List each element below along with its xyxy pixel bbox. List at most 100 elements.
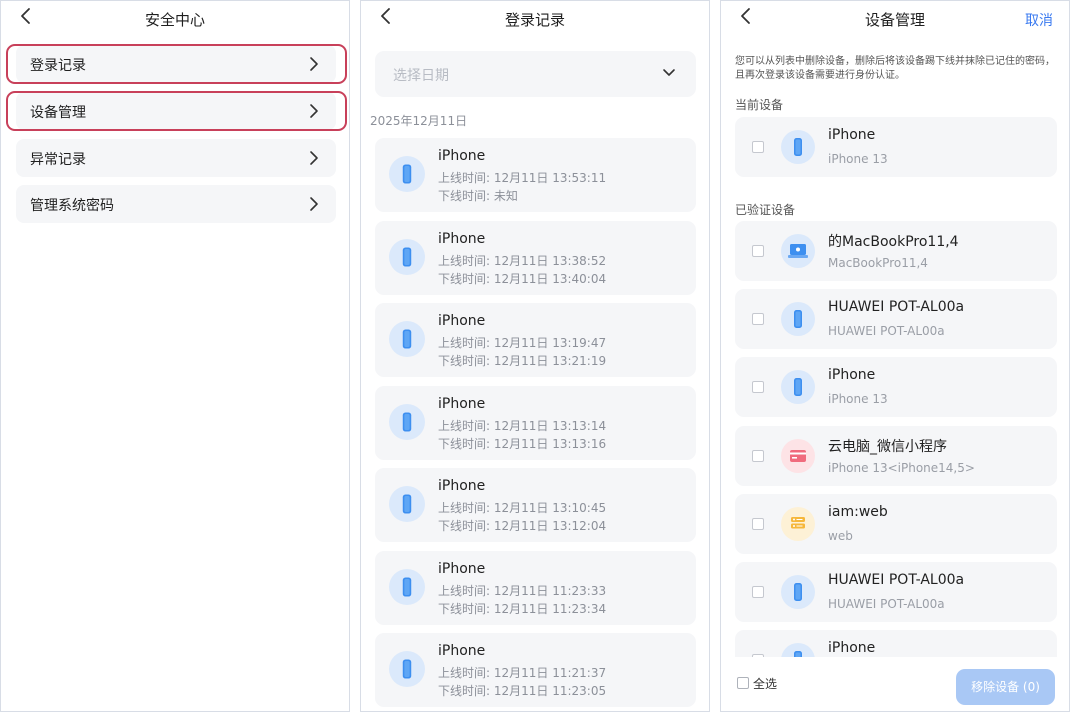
nav-bar: 安全中心 bbox=[1, 1, 349, 35]
chevron-right-icon bbox=[310, 197, 318, 211]
phone-icon bbox=[389, 651, 425, 687]
record-device-name: iPhone bbox=[438, 478, 486, 494]
menu-item-abnormal-records[interactable]: 异常记录 bbox=[16, 139, 336, 177]
record-device-name: iPhone bbox=[438, 643, 486, 659]
date-group-header: 2025年12月11日 bbox=[370, 114, 468, 128]
login-record-item[interactable]: iPhone 上线时间: 12月11日 13:19:47 下线时间: 12月11日 … bbox=[375, 303, 696, 377]
device-model: web bbox=[828, 528, 853, 543]
record-device-name: iPhone bbox=[438, 560, 486, 577]
device-checkbox[interactable] bbox=[752, 449, 764, 462]
device-name: 云电脑_微信小程序 bbox=[828, 438, 947, 455]
login-record-item[interactable]: iPhone 上线时间: 12月11日 13:13:14 下线时间: 12月11日 … bbox=[375, 385, 696, 460]
record-online-time: 上线时间: 12月11日 13:19:47 bbox=[438, 336, 607, 350]
device-checkbox[interactable] bbox=[752, 313, 764, 326]
phone-icon bbox=[781, 575, 815, 609]
date-select[interactable]: 选择日期 bbox=[375, 51, 696, 97]
device-name: 的MacBookPro11,4 bbox=[828, 234, 959, 250]
login-record-item[interactable]: iPhone 上线时间: 12月11日 13:53:11 下线时间: 未知 bbox=[375, 138, 696, 212]
menu-item-system-password[interactable]: 管理系统密码 bbox=[16, 185, 336, 223]
phone-icon bbox=[781, 130, 815, 164]
device-checkbox[interactable] bbox=[752, 517, 764, 530]
phone-icon bbox=[389, 568, 425, 605]
device-card-current[interactable]: iPhone iPhone 13 bbox=[735, 117, 1057, 177]
laptop-icon bbox=[781, 234, 815, 268]
device-card-verified[interactable]: iam:web web bbox=[735, 493, 1057, 554]
phone-icon bbox=[781, 370, 815, 405]
cancel-button[interactable]: 取消 bbox=[1025, 10, 1053, 30]
security-center-panel: 安全中心 登录记录 设备管理 异常记录 管理系统密码 bbox=[0, 0, 350, 712]
device-model: MacBookPro11,4 bbox=[828, 256, 928, 270]
device-name: HUAWEI POT-AL00a bbox=[828, 572, 965, 588]
device-model: iPhone 13<iPhone14,5> bbox=[828, 460, 975, 475]
record-offline-time: 下线时间: 未知 bbox=[438, 189, 518, 203]
device-management-panel: 设备管理 取消 您可以从列表中删除设备，删除后将该设备踢下线并抹除已记住的密码，… bbox=[720, 0, 1070, 712]
menu-item-label: 管理系统密码 bbox=[30, 198, 114, 214]
device-name: iPhone bbox=[828, 367, 876, 384]
device-name: iPhone bbox=[828, 640, 876, 657]
record-device-name: iPhone bbox=[438, 395, 486, 412]
record-online-time: 上线时间: 12月11日 11:21:37 bbox=[438, 666, 607, 680]
select-all-label[interactable]: 全选 bbox=[753, 675, 777, 692]
device-card-verified[interactable]: 的MacBookPro11,4 MacBookPro11,4 bbox=[735, 221, 1057, 281]
record-online-time: 上线时间: 12月11日 13:13:14 bbox=[438, 418, 607, 433]
phone-icon bbox=[389, 238, 425, 275]
device-removal-info: 您可以从列表中删除设备，删除后将该设备踢下线并抹除已记住的密码，且再次登录该设备… bbox=[735, 56, 1055, 81]
phone-icon bbox=[781, 302, 815, 337]
nav-bar: 设备管理 取消 bbox=[721, 1, 1069, 35]
device-checkbox[interactable] bbox=[752, 381, 764, 394]
record-offline-time: 下线时间: 12月11日 13:21:19 bbox=[438, 354, 607, 368]
chevron-down-icon bbox=[663, 69, 675, 76]
record-offline-time: 下线时间: 12月11日 13:13:16 bbox=[438, 436, 607, 451]
login-record-item[interactable]: iPhone 上线时间: 12月11日 13:38:52 下线时间: 12月11日 … bbox=[375, 220, 696, 295]
record-offline-time: 下线时间: 12月11日 13:40:04 bbox=[438, 271, 607, 286]
date-placeholder: 选择日期 bbox=[393, 68, 449, 84]
highlight-box-login-records bbox=[6, 44, 347, 84]
device-model: HUAWEI POT-AL00a bbox=[828, 324, 945, 339]
device-name: iam:web bbox=[828, 503, 888, 520]
menu-item-label: 异常记录 bbox=[30, 152, 86, 168]
login-record-item[interactable]: iPhone 上线时间: 12月11日 11:21:37 下线时间: 12月11日 … bbox=[375, 633, 696, 707]
web-icon bbox=[781, 506, 815, 541]
mini-program-icon bbox=[781, 438, 815, 473]
record-online-time: 上线时间: 12月11日 13:10:45 bbox=[438, 501, 607, 515]
record-device-name: iPhone bbox=[438, 148, 486, 164]
device-name: iPhone bbox=[828, 127, 876, 143]
phone-icon bbox=[389, 321, 425, 357]
chevron-right-icon bbox=[310, 151, 318, 165]
page-title: 安全中心 bbox=[144, 11, 205, 29]
record-online-time: 上线时间: 12月11日 13:38:52 bbox=[438, 253, 607, 268]
record-offline-time: 下线时间: 12月11日 13:12:04 bbox=[438, 519, 607, 533]
page-title: 登录记录 bbox=[504, 11, 565, 29]
device-checkbox[interactable] bbox=[752, 586, 764, 598]
device-checkbox[interactable] bbox=[752, 245, 764, 257]
phone-icon bbox=[389, 156, 425, 192]
bottom-action-bar: 全选 移除设备 (0) bbox=[721, 657, 1069, 711]
highlight-box-device-management bbox=[6, 91, 347, 131]
device-model: iPhone 13 bbox=[828, 392, 888, 407]
page-title: 设备管理 bbox=[864, 11, 925, 29]
login-record-item[interactable]: iPhone 上线时间: 12月11日 11:23:33 下线时间: 12月11日 … bbox=[375, 550, 696, 625]
nav-bar: 登录记录 bbox=[361, 1, 709, 35]
record-offline-time: 下线时间: 12月11日 11:23:34 bbox=[438, 601, 607, 616]
remove-device-button[interactable]: 移除设备 (0) bbox=[956, 669, 1055, 705]
phone-icon bbox=[389, 486, 425, 522]
device-card-verified[interactable]: HUAWEI POT-AL00a HUAWEI POT-AL00a bbox=[735, 562, 1057, 622]
record-device-name: iPhone bbox=[438, 230, 486, 247]
device-model: HUAWEI POT-AL00a bbox=[828, 597, 945, 611]
device-card-verified[interactable]: 云电脑_微信小程序 iPhone 13<iPhone14,5> bbox=[735, 425, 1057, 486]
device-card-verified[interactable]: iPhone iPhone 13 bbox=[735, 357, 1057, 418]
select-all-checkbox[interactable] bbox=[737, 677, 749, 689]
current-device-section-label: 当前设备 bbox=[735, 98, 784, 112]
device-card-verified[interactable]: HUAWEI POT-AL00a HUAWEI POT-AL00a bbox=[735, 289, 1057, 350]
device-checkbox[interactable] bbox=[752, 141, 764, 153]
record-online-time: 上线时间: 12月11日 11:23:33 bbox=[438, 583, 607, 598]
record-online-time: 上线时间: 12月11日 13:53:11 bbox=[438, 171, 607, 185]
record-offline-time: 下线时间: 12月11日 11:23:05 bbox=[438, 684, 607, 698]
verified-devices-section-label: 已验证设备 bbox=[735, 203, 796, 217]
login-record-item[interactable]: iPhone 上线时间: 12月11日 13:10:45 下线时间: 12月11日 … bbox=[375, 468, 696, 542]
record-device-name: iPhone bbox=[438, 313, 486, 329]
device-model: iPhone 13 bbox=[828, 152, 888, 166]
device-name: HUAWEI POT-AL00a bbox=[828, 299, 965, 316]
phone-icon bbox=[389, 403, 425, 440]
login-records-panel: 登录记录 选择日期 2025年12月11日 iPhone 上线时间: 12月11日… bbox=[360, 0, 710, 712]
